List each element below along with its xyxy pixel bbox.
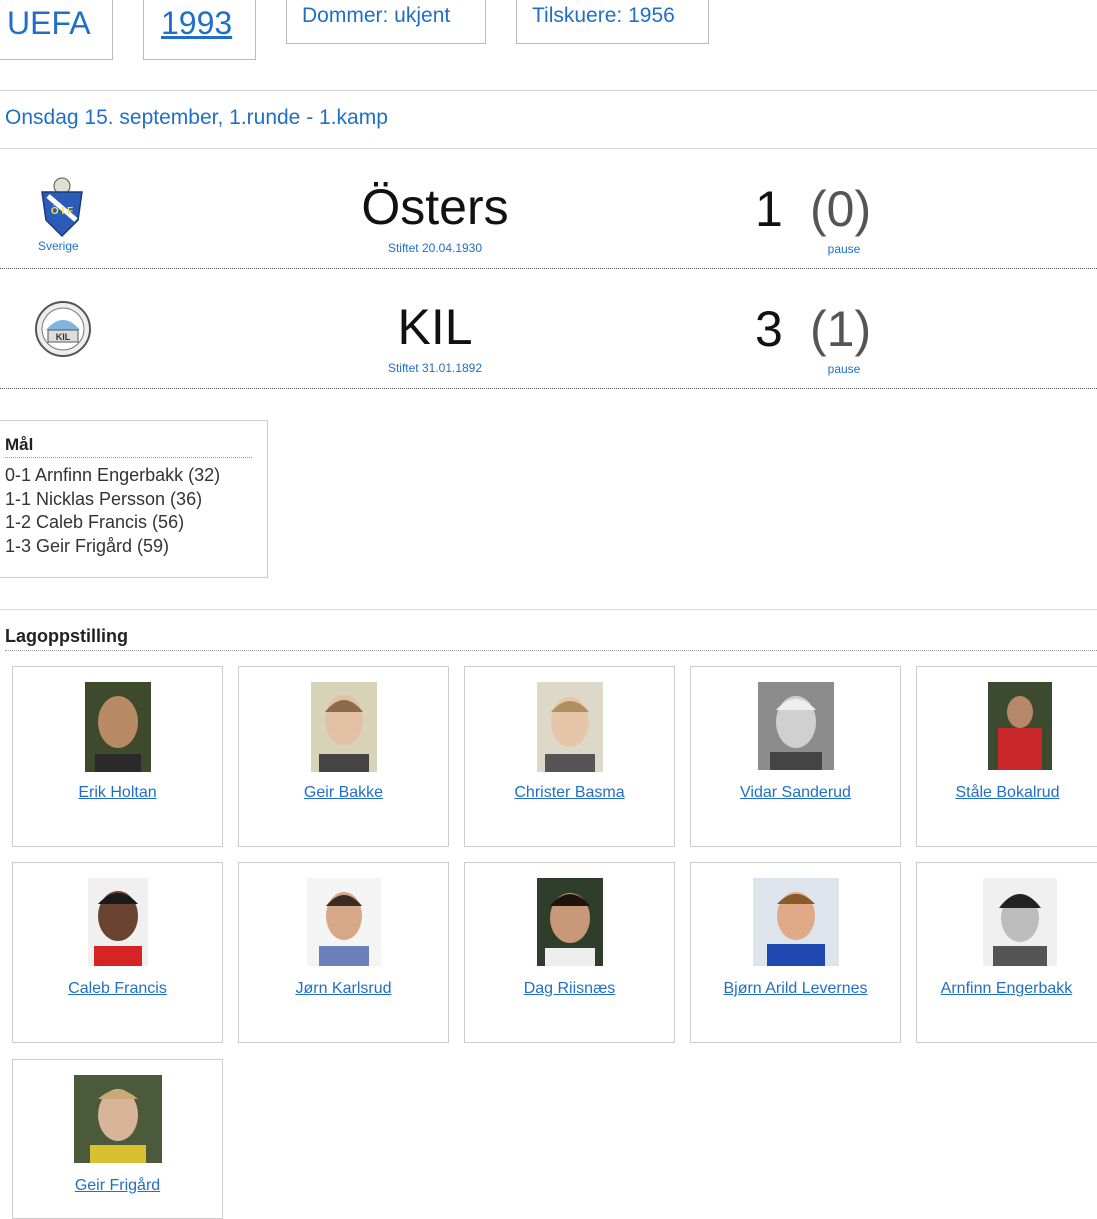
goal-item: 0-1 Arnfinn Engerbakk (32) bbox=[5, 465, 221, 485]
player-card[interactable]: Caleb Francis bbox=[12, 862, 223, 1043]
away-halftime-label: pause bbox=[827, 362, 861, 376]
player-link[interactable]: Geir Bakke bbox=[304, 784, 383, 801]
home-team-founded: Stiftet 20.04.1930 bbox=[387, 241, 483, 255]
away-logo-text: KIL bbox=[56, 332, 71, 342]
kil-crest-icon: KIL bbox=[34, 300, 92, 363]
season-box: 1993 bbox=[143, 0, 256, 60]
player-photo[interactable] bbox=[757, 682, 834, 775]
divider bbox=[0, 90, 1097, 91]
referee-label: Dommer: ukjent bbox=[302, 4, 451, 27]
competition-box: UEFA bbox=[0, 0, 113, 60]
away-team-row: KIL KIL Stiftet 31.01.1892 3 (1) pause bbox=[0, 270, 1097, 388]
player-card[interactable]: Geir Bakke bbox=[238, 666, 449, 847]
divider bbox=[0, 268, 1097, 269]
player-link[interactable]: Christer Basma bbox=[514, 784, 624, 801]
home-country: Sverige bbox=[38, 239, 79, 253]
player-photo[interactable] bbox=[983, 878, 1057, 971]
player-card[interactable]: Jørn Karlsrud bbox=[238, 862, 449, 1043]
player-link[interactable]: Jørn Karlsrud bbox=[295, 980, 391, 997]
goal-item: 1-3 Geir Frigård (59) bbox=[5, 535, 170, 556]
divider bbox=[0, 609, 1097, 610]
home-score: 1 bbox=[755, 181, 783, 237]
divider bbox=[0, 148, 1097, 149]
player-card[interactable]: Bjørn Arild Levernes bbox=[690, 862, 901, 1043]
lineup-title: Lagoppstilling bbox=[5, 626, 128, 646]
player-photo[interactable] bbox=[536, 682, 603, 777]
match-date-round: Onsdag 15. september, 1.runde - 1.kamp bbox=[5, 106, 388, 129]
player-card[interactable]: Arnfinn Engerbakk bbox=[916, 862, 1097, 1043]
lineup-title-rule bbox=[5, 650, 1097, 651]
away-team-founded: Stiftet 31.01.1892 bbox=[387, 361, 483, 375]
player-card[interactable]: Dag Riisnæs bbox=[464, 862, 675, 1043]
player-link[interactable]: Dag Riisnæs bbox=[524, 980, 616, 997]
home-logo-text: Ö I F bbox=[51, 204, 73, 217]
player-link[interactable]: Erik Holtan bbox=[78, 784, 156, 801]
home-halftime-label: pause bbox=[827, 242, 861, 256]
player-photo[interactable] bbox=[310, 682, 377, 777]
player-link[interactable]: Vidar Sanderud bbox=[740, 784, 851, 801]
player-link[interactable]: Ståle Bokalrud bbox=[955, 784, 1059, 801]
player-photo[interactable] bbox=[73, 1075, 162, 1168]
goals-box: Mål 0-1 Arnfinn Engerbakk (32) 1-1 Nickl… bbox=[0, 420, 268, 578]
player-card[interactable]: Christer Basma bbox=[464, 666, 675, 847]
attendance-box: Tilskuere: 1956 bbox=[516, 0, 709, 44]
goal-item: 1-2 Caleb Francis (56) bbox=[5, 512, 185, 532]
divider bbox=[0, 388, 1097, 389]
goals-title: Mål bbox=[5, 435, 252, 458]
player-photo[interactable] bbox=[536, 878, 603, 971]
goal-item: 1-1 Nicklas Persson (36) bbox=[5, 488, 203, 509]
season-link[interactable]: 1993 bbox=[161, 5, 232, 41]
player-photo[interactable] bbox=[306, 878, 381, 971]
home-team-row: Ö I F Sverige Östers Stiftet 20.04.1930 … bbox=[0, 150, 1097, 268]
home-team-name: Östers bbox=[361, 179, 509, 235]
player-photo[interactable] bbox=[752, 878, 839, 971]
away-score: 3 bbox=[755, 301, 783, 357]
competition-label: UEFA bbox=[7, 5, 91, 41]
player-photo[interactable] bbox=[988, 682, 1052, 775]
away-team-name: KIL bbox=[397, 299, 473, 355]
player-card[interactable]: Vidar Sanderud bbox=[690, 666, 901, 847]
home-halftime-score: (0) bbox=[810, 181, 872, 237]
player-link[interactable]: Geir Frigård bbox=[75, 1177, 160, 1194]
attendance-label: Tilskuere: 1956 bbox=[532, 4, 675, 27]
player-card[interactable]: Geir Frigård bbox=[12, 1059, 223, 1219]
osters-crest-icon: Ö I F bbox=[38, 176, 86, 243]
player-link[interactable]: Bjørn Arild Levernes bbox=[723, 980, 867, 997]
player-card[interactable]: Ståle Bokalrud bbox=[916, 666, 1097, 847]
referee-box: Dommer: ukjent bbox=[286, 0, 486, 44]
player-card[interactable]: Erik Holtan bbox=[12, 666, 223, 847]
player-link[interactable]: Caleb Francis bbox=[68, 980, 167, 997]
player-photo[interactable] bbox=[84, 682, 151, 777]
player-link[interactable]: Arnfinn Engerbakk bbox=[941, 980, 1073, 997]
player-photo[interactable] bbox=[87, 878, 148, 971]
match-header: UEFA 1993 Dommer: ukjent Tilskuere: 1956 bbox=[0, 0, 1097, 60]
away-halftime-score: (1) bbox=[810, 301, 872, 357]
goals-list: 0-1 Arnfinn Engerbakk (32) 1-1 Nicklas P… bbox=[5, 464, 267, 558]
